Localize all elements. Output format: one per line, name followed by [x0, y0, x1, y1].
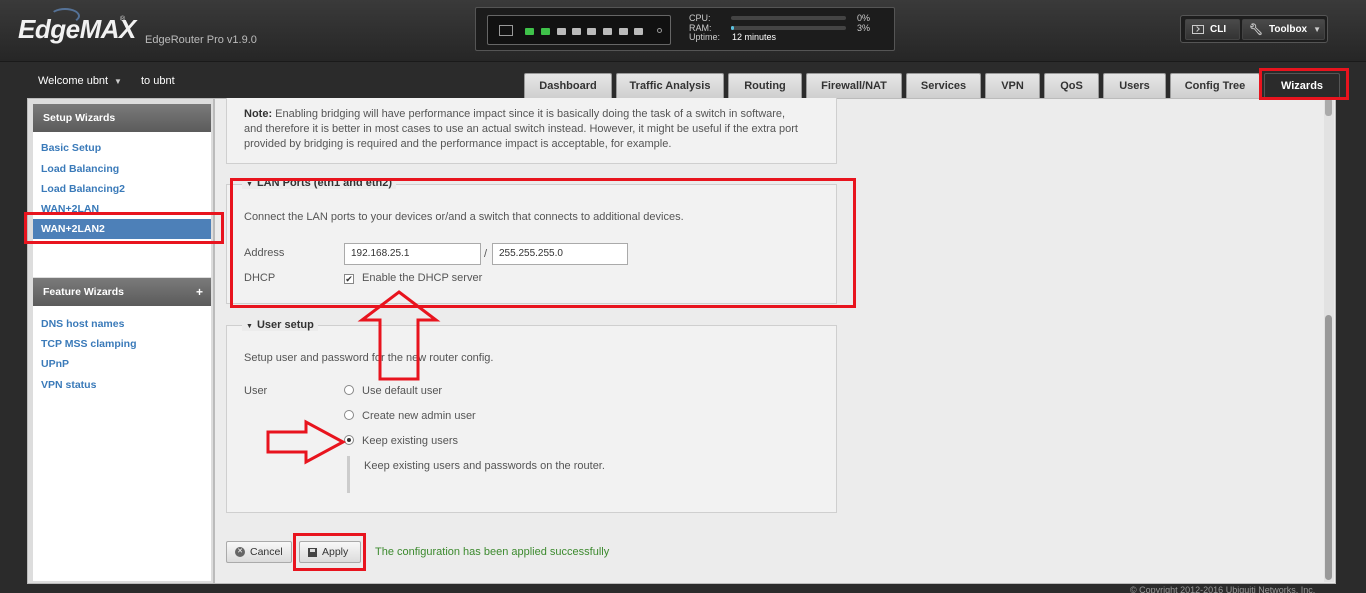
user-setup-title: User setup	[256, 319, 314, 331]
feature-wizards-header: Feature Wizards +	[33, 278, 211, 306]
port-7-icon	[619, 28, 628, 35]
port-5-icon	[587, 28, 596, 35]
wrench-icon: 🔧︎	[1249, 24, 1263, 36]
sidebar-item-basic-setup[interactable]: Basic Setup	[41, 142, 101, 154]
cancel-button[interactable]: ✕ Cancel	[226, 541, 292, 563]
highlight-wan-2lan2	[24, 212, 224, 244]
port-3-icon	[557, 28, 566, 35]
chevron-down-icon: ▼	[1313, 25, 1322, 34]
tab-routing[interactable]: Routing	[728, 73, 802, 98]
sidebar-item-load-balancing2[interactable]: Load Balancing2	[41, 183, 125, 195]
user-label: User	[244, 385, 268, 397]
cli-label: CLI	[1210, 24, 1227, 35]
note-line-2: and therefore it is better in most cases…	[244, 123, 798, 135]
uptime-label: Uptime:	[689, 32, 721, 42]
cancel-icon: ✕	[235, 547, 245, 557]
option-new-admin-user[interactable]: Create new admin user	[362, 409, 476, 424]
toolbox-label: Toolbox	[1268, 24, 1308, 35]
cpu-value: 0%	[857, 13, 871, 23]
collapse-triangle-icon: ▼	[246, 323, 253, 330]
plus-icon[interactable]: +	[196, 285, 203, 299]
option-default-user[interactable]: Use default user	[362, 384, 442, 399]
cpu-label: CPU:	[689, 13, 711, 23]
toolbox-button[interactable]: 🔧︎ Toolbox ▼	[1242, 19, 1325, 40]
user-setup-legend[interactable]: ▼ User setup	[242, 319, 318, 331]
sidebar-item-vpn-status[interactable]: VPN status	[41, 379, 96, 391]
radio-new-admin-user[interactable]	[344, 410, 354, 420]
tab-qos[interactable]: QoS	[1044, 73, 1099, 98]
option-keep-existing-users[interactable]: Keep existing users	[362, 434, 458, 449]
keep-users-hint: Keep existing users and passwords on the…	[364, 460, 605, 472]
tab-firewall-nat[interactable]: Firewall/NAT	[806, 73, 902, 98]
note-label: Note:	[244, 108, 273, 120]
cpu-bar	[731, 16, 846, 20]
tab-services[interactable]: Services	[906, 73, 981, 98]
edgemax-logo: EdgeMAX	[18, 14, 136, 44]
uptime-value: 12 minutes	[732, 32, 777, 42]
cancel-label: Cancel	[250, 546, 283, 558]
console-port-icon	[499, 25, 513, 36]
feature-wizards-list: DNS host names TCP MSS clamping UPnP VPN…	[33, 306, 211, 581]
up-arrow-annotation	[357, 290, 441, 381]
sidebar-item-upnp[interactable]: UPnP	[41, 358, 69, 370]
setup-wizards-title: Setup Wizards	[43, 112, 116, 124]
logo-trademark: ®	[120, 16, 126, 23]
port-6-icon	[603, 28, 612, 35]
note-text-1: Enabling bridging will have performance …	[275, 108, 786, 120]
note-line-1: Note: Enabling bridging will have perfor…	[244, 107, 834, 122]
tab-config-tree[interactable]: Config Tree	[1170, 73, 1260, 98]
scrollbar-top[interactable]	[1325, 98, 1332, 116]
tab-dashboard[interactable]: Dashboard	[524, 73, 612, 98]
ram-value: 3%	[857, 23, 871, 33]
up-arrow-shape	[357, 290, 441, 381]
setup-wizards-list: Basic Setup Load Balancing Load Balancin…	[33, 132, 211, 277]
port-4-icon	[572, 28, 581, 35]
cli-button[interactable]: CLI	[1185, 19, 1240, 40]
hint-bar	[347, 456, 350, 493]
port-status-panel	[487, 15, 671, 45]
port-1-icon	[525, 28, 534, 35]
status-panel: CPU: 0% RAM: 3% Uptime: 12 minutes	[475, 7, 895, 51]
tab-users[interactable]: Users	[1103, 73, 1166, 98]
product-version: EdgeRouter Pro v1.9.0	[145, 34, 257, 46]
success-message: The configuration has been applied succe…	[375, 546, 610, 558]
right-arrow-shape	[266, 419, 347, 465]
wizard-sidebar: Setup Wizards Basic Setup Load Balancing…	[27, 98, 214, 584]
scrollbar-thumb[interactable]	[1325, 315, 1332, 580]
port-indicator-icon	[657, 28, 662, 33]
tool-buttons: CLI 🔧︎ Toolbox ▼	[1180, 15, 1328, 43]
highlight-wizards-tab	[1259, 68, 1349, 100]
ram-bar-fill	[731, 26, 735, 30]
chevron-down-icon[interactable]: ▼	[114, 77, 122, 86]
ram-bar	[731, 26, 846, 30]
sidebar-item-tcp-mss-clamping[interactable]: TCP MSS clamping	[41, 338, 137, 350]
port-2-icon	[541, 28, 550, 35]
copyright: © Copyright 2012-2016 Ubiquiti Networks,…	[1130, 585, 1316, 593]
tab-traffic-analysis[interactable]: Traffic Analysis	[616, 73, 724, 98]
setup-wizards-header: Setup Wizards	[33, 104, 211, 132]
sidebar-item-load-balancing[interactable]: Load Balancing	[41, 163, 119, 175]
feature-wizards-title: Feature Wizards	[43, 286, 125, 298]
right-arrow-annotation	[266, 419, 347, 465]
terminal-icon	[1192, 25, 1204, 34]
top-bar: EdgeMAX ® EdgeRouter Pro v1.9.0 CPU: 0% …	[0, 0, 1366, 62]
note-line-3: provided by bridging is required and the…	[244, 138, 672, 150]
port-8-icon	[634, 28, 643, 35]
welcome-user-menu[interactable]: Welcome ubnt	[38, 75, 108, 87]
switch-user-link[interactable]: to ubnt	[141, 75, 175, 87]
tab-vpn[interactable]: VPN	[985, 73, 1040, 98]
sidebar-item-dns-host-names[interactable]: DNS host names	[41, 318, 124, 330]
radio-default-user[interactable]	[344, 385, 354, 395]
highlight-lan-ports	[230, 178, 856, 308]
highlight-apply-button	[293, 533, 366, 571]
